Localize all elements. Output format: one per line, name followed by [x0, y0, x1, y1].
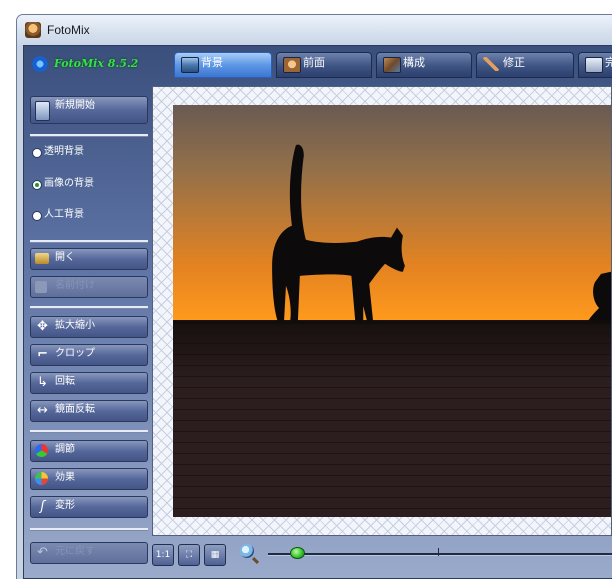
tab-finish[interactable]: 完了	[578, 52, 612, 78]
compose-tab-icon	[383, 57, 401, 73]
slider-tick	[438, 548, 439, 556]
tab-label: 構成	[403, 56, 425, 69]
bottom-toolbar: 1:1 ⛶ ▦	[152, 538, 612, 572]
save-button[interactable]: 名前付け	[30, 276, 148, 298]
tab-label: 前面	[303, 56, 325, 69]
radio-button[interactable]	[32, 211, 42, 221]
new-start-button[interactable]: 新規開始	[30, 96, 148, 124]
client-area: FotoMix 8.5.2 背景 前面 構成 修正 完了 新規開始	[23, 45, 612, 579]
zoom-slider[interactable]	[268, 553, 612, 556]
transform-icon: ʃ	[40, 499, 45, 514]
radio-image-background[interactable]: 画像の背景	[30, 174, 94, 190]
radio-button[interactable]	[32, 148, 42, 158]
background-photo	[173, 105, 611, 517]
finish-tab-icon	[585, 57, 603, 73]
actual-size-button[interactable]: 1:1	[152, 544, 174, 566]
foreground-tab-icon	[283, 57, 301, 73]
open-folder-icon	[35, 253, 49, 264]
mirror-arrows-icon: ↔	[37, 403, 48, 418]
tab-background[interactable]: 背景	[174, 52, 272, 78]
move-arrows-icon: ✥	[37, 319, 48, 334]
title-bar[interactable]: FotoMix	[17, 15, 612, 45]
window-title: FotoMix	[47, 23, 90, 37]
crop-icon: ⌐	[37, 347, 48, 362]
magnifier-icon	[240, 544, 254, 558]
version-label: FotoMix 8.5.2	[54, 57, 139, 70]
tab-label: 背景	[201, 56, 223, 69]
new-image-icon	[35, 101, 50, 121]
radio-button-selected[interactable]	[32, 180, 42, 190]
sidebar-divider	[30, 306, 148, 309]
mirror-button[interactable]: ↔ 鏡面反転	[30, 400, 148, 422]
zoom-slider-thumb[interactable]	[289, 547, 305, 559]
tab-compose[interactable]: 構成	[376, 52, 472, 78]
rotate-arrow-icon: ↳	[37, 375, 48, 390]
effects-button[interactable]: 効果	[30, 468, 148, 490]
fotomix-logo-icon	[32, 56, 48, 72]
save-icon	[35, 281, 47, 293]
effects-icon	[35, 472, 48, 485]
tab-foreground[interactable]: 前面	[276, 52, 372, 78]
zoom-button[interactable]: ✥ 拡大縮小	[30, 316, 148, 338]
rotate-button[interactable]: ↳ 回転	[30, 372, 148, 394]
adjust-button[interactable]: 調節	[30, 440, 148, 462]
background-tab-icon	[181, 57, 199, 73]
open-button[interactable]: 開く	[30, 248, 148, 270]
transform-button[interactable]: ʃ 変形	[30, 496, 148, 518]
retouch-tab-icon	[483, 57, 499, 71]
grid-toggle-button[interactable]: ▦	[204, 544, 226, 566]
radio-transparent-background[interactable]: 透明背景	[30, 142, 84, 158]
sidebar-divider	[30, 528, 148, 531]
undo-button[interactable]: ↶ 元に戻す	[30, 542, 148, 564]
tab-retouch[interactable]: 修正	[476, 52, 574, 78]
undo-arrow-icon: ↶	[37, 545, 48, 560]
radio-artificial-background[interactable]: 人工背景	[30, 205, 84, 221]
sidebar-divider	[30, 240, 148, 243]
sidebar-divider	[30, 134, 148, 137]
fit-to-window-button[interactable]: ⛶	[178, 544, 200, 566]
sidebar-divider	[30, 430, 148, 433]
tab-label: 修正	[503, 56, 525, 69]
fit-window-icon: ⛶	[185, 550, 193, 560]
cat-silhouettes	[173, 144, 611, 325]
app-window: FotoMix FotoMix 8.5.2 背景 前面 構成 修正 完了	[16, 14, 612, 579]
grid-icon: ▦	[210, 550, 220, 560]
sidebar: 新規開始 透明背景 画像の背景 人工背景 開く 名前付け ✥ 拡大縮小 ⌐ クロ…	[24, 90, 149, 578]
fotomix-app-icon	[25, 22, 41, 38]
color-wheel-icon	[35, 444, 48, 457]
tab-label: 完了	[605, 56, 612, 69]
image-canvas[interactable]	[152, 86, 612, 536]
crop-button[interactable]: ⌐ クロップ	[30, 344, 148, 366]
